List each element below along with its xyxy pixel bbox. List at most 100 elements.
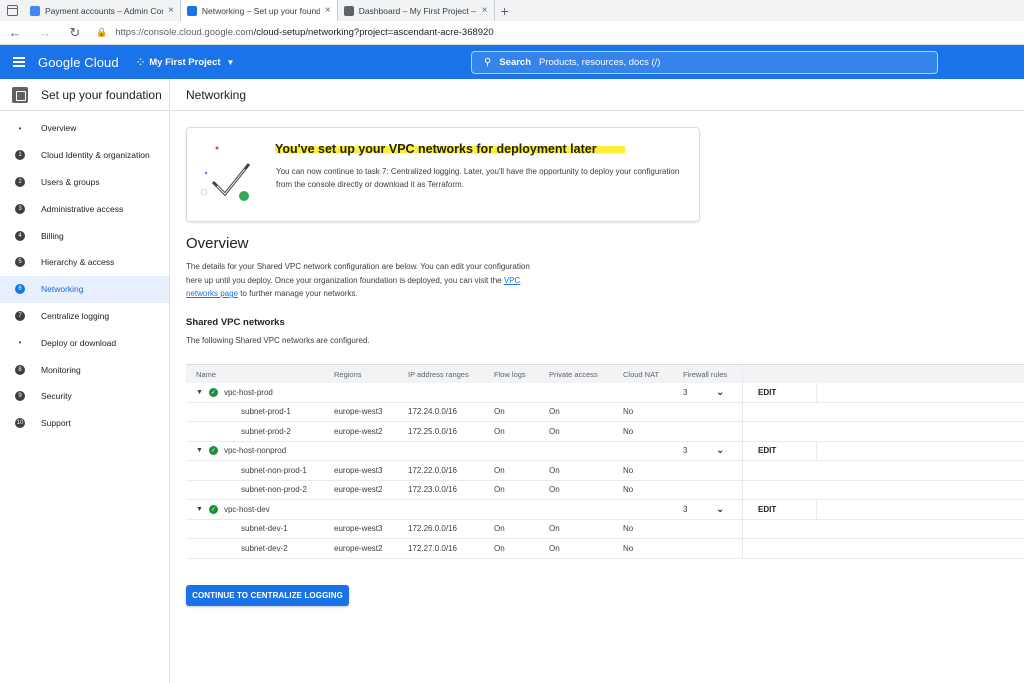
tab-close-icon[interactable]: × (325, 5, 331, 16)
tab-close-icon[interactable]: × (482, 5, 488, 16)
firewall-rules-count: 3 (683, 387, 688, 397)
sidebar-item-hierarchy-access[interactable]: 5 Hierarchy & access (0, 249, 169, 276)
browser-tab[interactable]: Networking – Set up your found × (180, 0, 338, 21)
subnet-cloud-nat: No (623, 465, 634, 475)
sidebar-item-billing[interactable]: 4 Billing (0, 222, 169, 249)
step-number-badge: 1 (15, 150, 25, 161)
vpc-host-row[interactable]: ▼ ✓ vpc-host-nonprod 3 ⌄ EDIT (186, 441, 1024, 461)
host-name: vpc-host-nonprod (223, 446, 287, 456)
sidebar-item-support[interactable]: 10 Support (0, 410, 169, 437)
col-ip-ranges[interactable]: IP address ranges (408, 365, 469, 383)
step-number-badge: 10 (15, 418, 25, 429)
sidebar-item-networking[interactable]: 6 Networking (0, 275, 169, 303)
subnet-flow-logs: On (494, 407, 505, 417)
sidebar-item-label: Users & groups (41, 176, 100, 187)
status-ok-icon: ✓ (208, 504, 218, 514)
back-icon[interactable]: ← (0, 25, 30, 40)
sidebar-item-users-groups[interactable]: 2 Users & groups (0, 169, 169, 196)
sidebar-title-text: Set up your foundation (41, 87, 162, 102)
sidebar-item-deploy-or-download[interactable]: • Deploy or download (0, 329, 169, 356)
subnet-region: europe-west3 (334, 524, 383, 534)
col-regions[interactable]: Regions (334, 365, 362, 383)
vpc-host-row[interactable]: ▼ ✓ vpc-host-dev 3 ⌄ EDIT (186, 500, 1024, 520)
sidebar-item-label: Cloud Identity & organization (41, 150, 150, 161)
sidebar-item-centralize-logging[interactable]: 7 Centralize logging (0, 303, 169, 330)
edit-button[interactable]: EDIT (758, 442, 776, 461)
step-number-badge: 2 (15, 176, 25, 187)
expand-arrow-icon[interactable]: ▼ (196, 389, 203, 396)
chevron-down-icon[interactable]: ⌄ (716, 442, 724, 461)
column-divider (742, 500, 743, 519)
col-firewall-rules[interactable]: Firewall rules (683, 365, 727, 383)
chevron-down-icon[interactable]: ⌄ (716, 500, 724, 519)
column-divider (742, 519, 743, 538)
console-header: Google Cloud ⁘ My First Project ▼ ⚲ Sear… (0, 45, 1024, 79)
subnet-cloud-nat: No (623, 426, 634, 436)
subnet-name: subnet-prod-1 (241, 407, 291, 417)
subnet-private-access: On (549, 543, 560, 553)
step-number-badge: 7 (15, 310, 25, 321)
tab-close-icon[interactable]: × (168, 5, 174, 16)
search-input[interactable]: ⚲ Search Products, resources, docs (/) (471, 51, 938, 74)
address-bar: ← → ↻ 🔒 https://console.cloud.google.com… (0, 21, 1024, 45)
step-bullet-icon: • (18, 338, 22, 348)
browser-tab[interactable]: Payment accounts – Admin Conso × (24, 0, 181, 21)
shared-vpc-title: Shared VPC networks (186, 317, 285, 328)
sidebar-item-cloud-identity-organization[interactable]: 1 Cloud Identity & organization (0, 142, 169, 169)
google-cloud-logo[interactable]: Google Cloud (38, 55, 119, 70)
subnet-ip-range: 172.23.0.0/16 (408, 485, 457, 495)
edit-button[interactable]: EDIT (758, 500, 776, 519)
sidebar-item-label: Support (41, 418, 71, 429)
browser-tab[interactable]: Dashboard – My First Project – G × (338, 0, 495, 21)
hamburger-menu-icon[interactable] (0, 61, 38, 63)
search-label: Search (499, 57, 532, 68)
subnet-name: subnet-non-prod-2 (241, 485, 307, 495)
subnet-flow-logs: On (494, 426, 505, 436)
sidebar-item-label: Centralize logging (41, 310, 110, 321)
banner-title: You've set up your VPC networks for depl… (275, 142, 625, 156)
new-tab-button[interactable]: + (501, 3, 509, 19)
tab-title: Payment accounts – Admin Conso (45, 5, 163, 16)
column-divider (742, 422, 743, 441)
sidebar-item-label: Administrative access (41, 203, 124, 214)
sidebar-item-overview[interactable]: • Overview (0, 115, 169, 142)
foundation-icon (12, 86, 28, 103)
step-number-badge: 3 (15, 203, 25, 214)
expand-arrow-icon[interactable]: ▼ (196, 447, 203, 454)
subnet-row: subnet-non-prod-2 europe-west2 172.23.0.0/… (186, 480, 1024, 500)
continue-to-centralize-logging-button[interactable]: CONTINUE TO CENTRALIZE LOGGING (186, 585, 349, 606)
lock-icon[interactable]: 🔒 (96, 27, 107, 38)
subnet-ip-range: 172.22.0.0/16 (408, 465, 457, 475)
col-flow-logs[interactable]: Flow logs (494, 365, 526, 383)
subnet-private-access: On (549, 485, 560, 495)
vpc-host-row[interactable]: ▼ ✓ vpc-host-prod 3 ⌄ EDIT (186, 383, 1024, 403)
step-number-badge: 9 (15, 391, 25, 402)
subnet-flow-logs: On (494, 543, 505, 553)
column-divider (816, 500, 817, 519)
col-cloud-nat[interactable]: Cloud NAT (623, 365, 659, 383)
search-icon: ⚲ (484, 57, 492, 68)
reload-icon[interactable]: ↻ (60, 25, 90, 41)
chevron-down-icon[interactable]: ⌄ (716, 383, 724, 402)
subnet-name: subnet-dev-1 (241, 524, 288, 534)
firewall-rules-count: 3 (683, 446, 688, 456)
sidebar-item-security[interactable]: 9 Security (0, 383, 169, 410)
project-picker[interactable]: ⁘ My First Project ▼ (137, 57, 235, 68)
sidebar-item-administrative-access[interactable]: 3 Administrative access (0, 195, 169, 222)
table-body: ▼ ✓ vpc-host-prod 3 ⌄ EDIT subnet-prod-1 europe… (186, 383, 1024, 559)
forward-icon[interactable]: → (30, 25, 60, 40)
sidebar-item-monitoring[interactable]: 8 Monitoring (0, 356, 169, 383)
col-name[interactable]: Name (196, 365, 216, 383)
sidebar-item-label: Overview (41, 123, 77, 134)
edit-button[interactable]: EDIT (758, 383, 776, 402)
col-private-access[interactable]: Private access (549, 365, 598, 383)
subnet-flow-logs: On (494, 485, 505, 495)
tab-favicon-icon (186, 5, 197, 16)
expand-arrow-icon[interactable]: ▼ (196, 506, 203, 513)
project-name: My First Project (149, 56, 221, 68)
url-field[interactable]: https://console.cloud.google.com/cloud-s… (115, 27, 493, 38)
host-name: vpc-host-dev (223, 504, 270, 514)
window-menu-icon[interactable] (0, 0, 24, 21)
overview-text: The details for your Shared VPC network … (186, 260, 531, 301)
column-divider (742, 480, 743, 499)
